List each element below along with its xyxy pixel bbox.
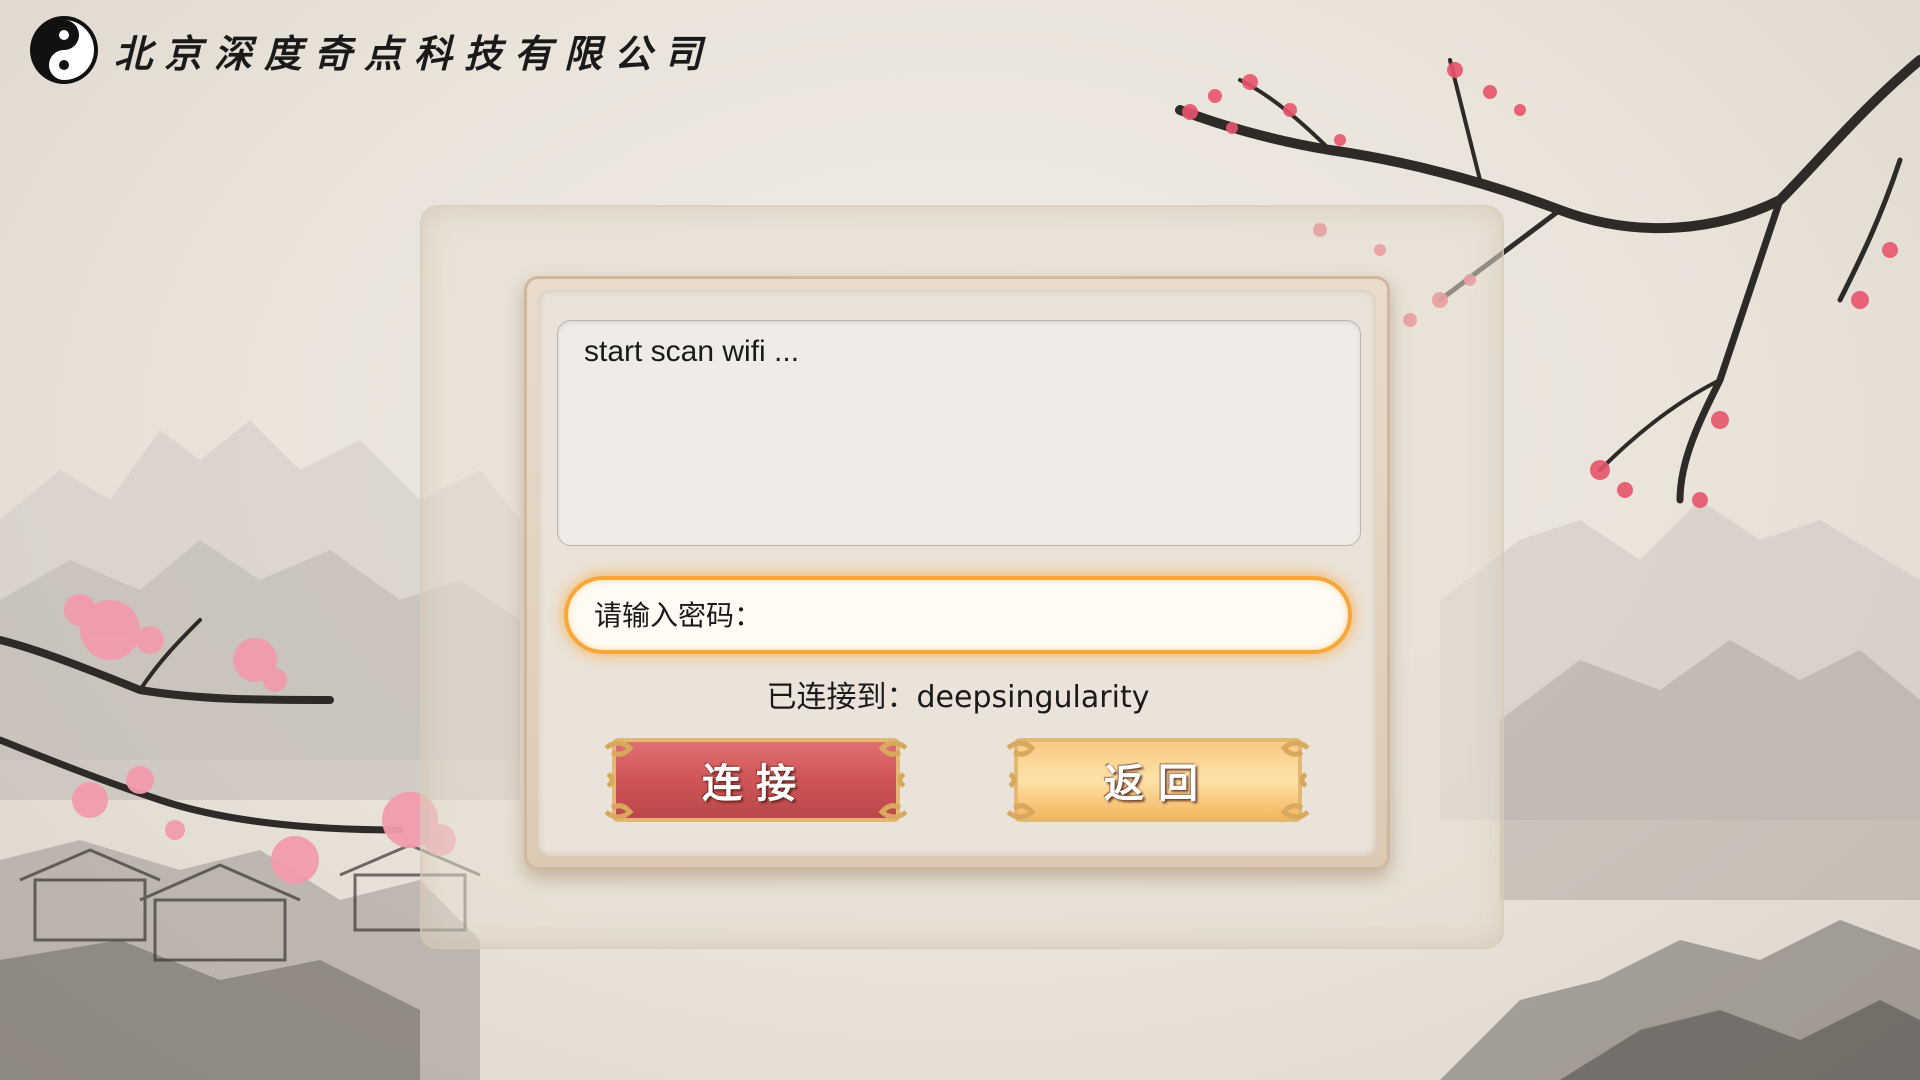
header: 北京深度奇点科技有限公司: [28, 14, 714, 86]
company-name: 北京深度奇点科技有限公司: [114, 30, 715, 76]
back-button-label: 返回: [1104, 760, 1212, 807]
yin-yang-icon: [30, 16, 98, 84]
password-field[interactable]: [564, 576, 1352, 654]
connect-button[interactable]: 连接: [602, 734, 910, 826]
scan-log-text: start scan wifi ...: [584, 335, 800, 368]
connection-status: 已连接到：deepsingularity: [766, 680, 1150, 715]
scan-log-box[interactable]: start scan wifi ...: [557, 320, 1361, 546]
back-button[interactable]: 返回: [1004, 734, 1312, 826]
password-input[interactable]: [568, 597, 1348, 633]
connect-button-label: 连接: [702, 760, 810, 807]
